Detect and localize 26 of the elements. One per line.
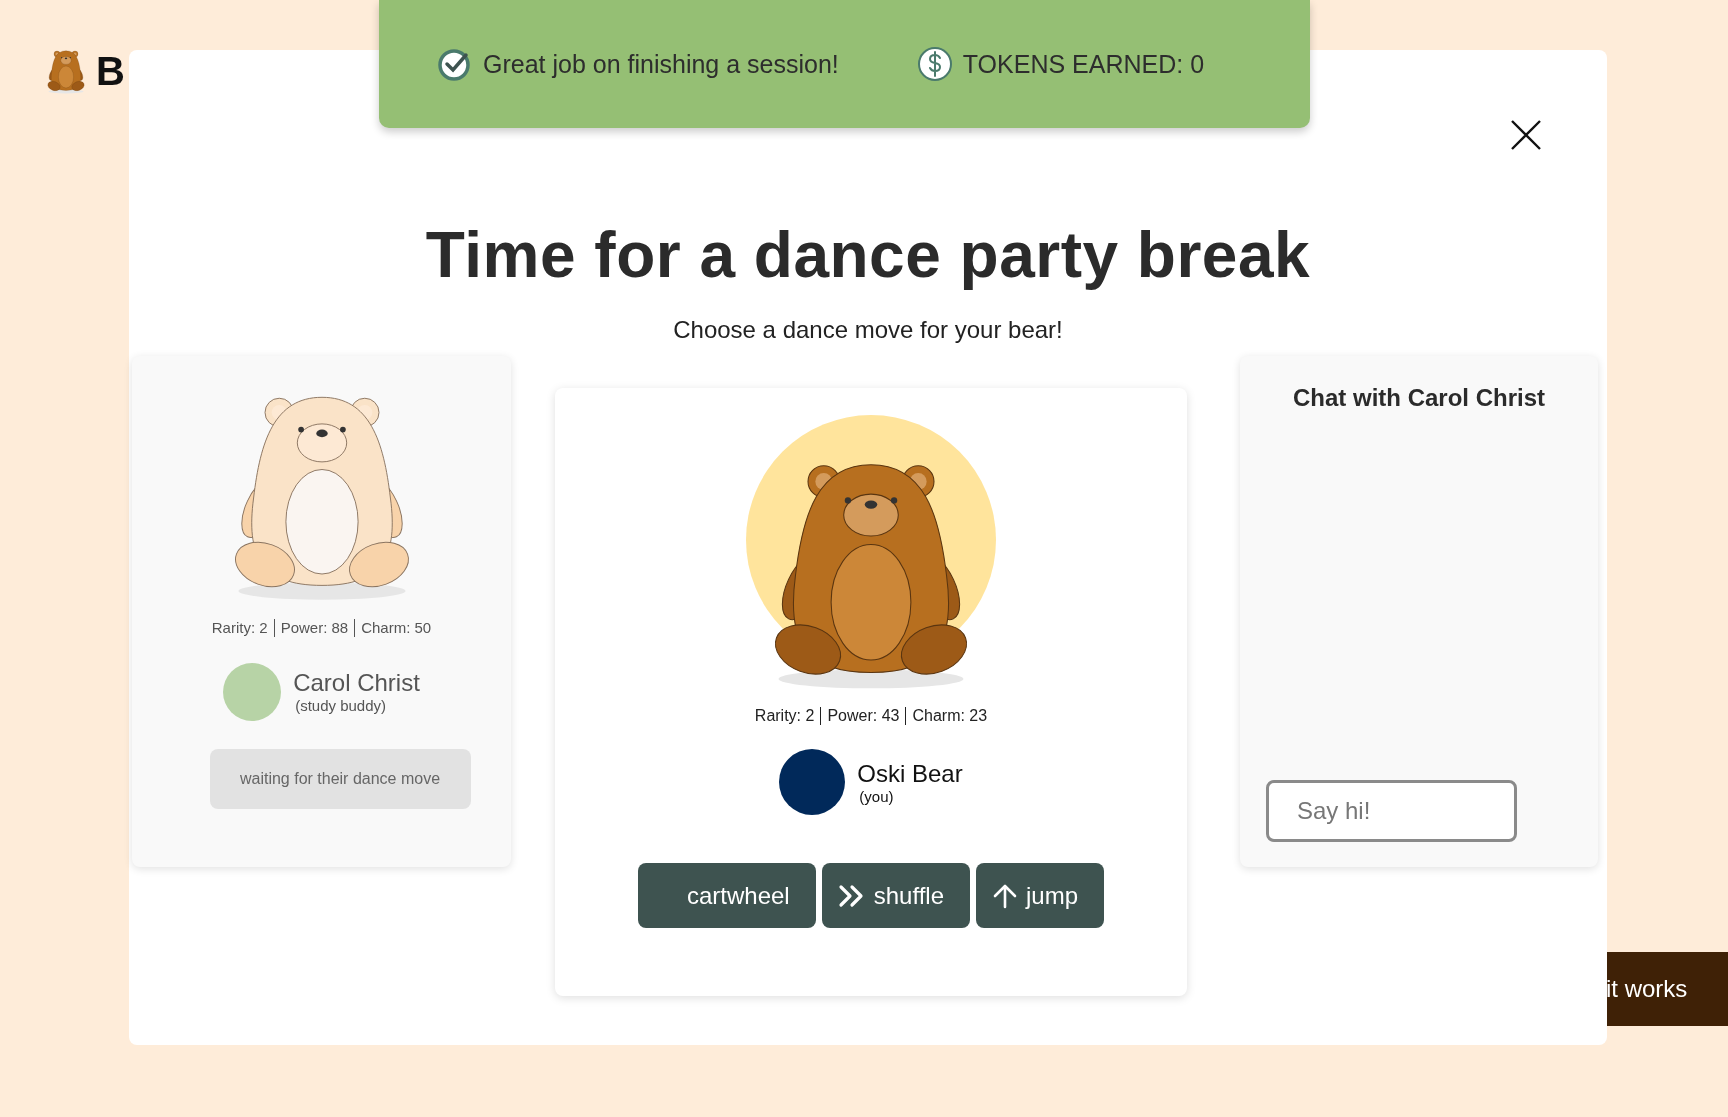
bear-stat: Rarity: 2 [753, 707, 816, 725]
chat-input[interactable]: Say hi! [1266, 780, 1517, 842]
bear-stat: Charm: 50 [354, 618, 438, 637]
player-role: (you) [859, 787, 895, 805]
toast-message: Great job on finishing a session! [483, 49, 839, 79]
dollar-coin-icon [916, 46, 953, 82]
bear-stat: Rarity: 2 [210, 618, 269, 637]
logo-text: B [96, 48, 125, 94]
buddy-role: (study buddy) [295, 697, 388, 714]
dance-move-button[interactable]: shuffle [821, 863, 970, 928]
modal-subtitle: Choose a dance move for your bear! [673, 316, 1063, 344]
bear-stat: Charm: 23 [905, 707, 994, 725]
dance-move-button[interactable]: cartwheel [638, 863, 816, 928]
bear-stat: Power: 43 [820, 707, 906, 725]
arrow-up-icon [992, 882, 1018, 909]
status-message: waiting for their dance move [209, 748, 471, 809]
buddy-name: Carol Christ [293, 669, 420, 697]
close-icon[interactable] [1509, 118, 1543, 152]
check-circle-icon [437, 46, 473, 82]
player-name: Oski Bear [857, 759, 963, 788]
bear-drawing [46, 48, 86, 94]
bear-stat: Power: 88 [273, 618, 355, 637]
chat-title: Chat with Carol Christ [1293, 384, 1545, 412]
modal-title: Time for a dance party break [425, 218, 1311, 292]
dance-move-button[interactable]: jump [976, 863, 1104, 928]
tokens-earned: TOKENS EARNED: 0 [962, 49, 1205, 79]
